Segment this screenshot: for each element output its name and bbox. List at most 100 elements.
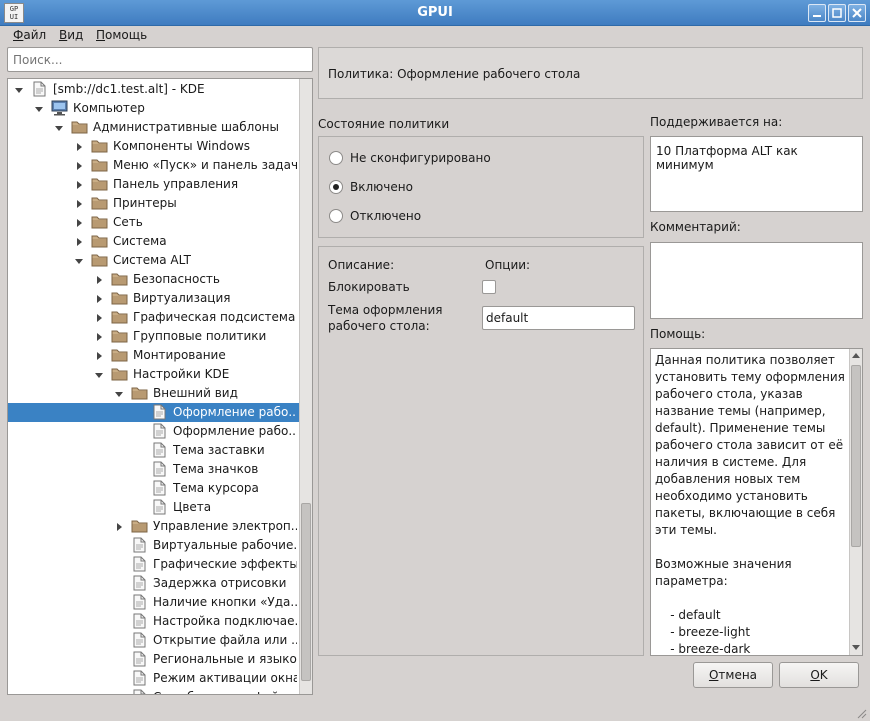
- state-enabled-label: Включено: [350, 180, 413, 194]
- tree-item-label: Административные шаблоны: [93, 120, 280, 134]
- tree-item[interactable]: Оформление рабо...: [8, 422, 299, 441]
- document-icon: [131, 575, 148, 591]
- tree-item[interactable]: Виртуальные рабочие...: [8, 536, 299, 555]
- tree-item[interactable]: Система: [8, 232, 299, 251]
- tree-item[interactable]: Меню «Пуск» и панель задач: [8, 156, 299, 175]
- help-text: Данная политика позволяет установить тем…: [655, 353, 845, 656]
- chevron-down-icon[interactable]: [14, 84, 24, 94]
- tree-item[interactable]: Система ALT: [8, 251, 299, 270]
- tree-item-label: Внешний вид: [153, 386, 238, 400]
- tree-item[interactable]: Панель управления: [8, 175, 299, 194]
- tree-item[interactable]: Настройки KDE: [8, 365, 299, 384]
- chevron-down-icon[interactable]: [114, 388, 124, 398]
- chevron-down-icon[interactable]: [54, 122, 64, 132]
- maximize-icon[interactable]: [828, 4, 846, 22]
- tree-item[interactable]: Режим активации окна: [8, 669, 299, 688]
- tree-item[interactable]: Наличие кнопки «Уда...: [8, 593, 299, 612]
- menu-view[interactable]: Вид: [59, 28, 83, 42]
- tree-item[interactable]: Оформление рабо...: [8, 403, 299, 422]
- chevron-right-icon[interactable]: [94, 312, 104, 322]
- chevron-right-icon[interactable]: [114, 521, 124, 531]
- scroll-up-icon[interactable]: [852, 353, 860, 358]
- tree-item[interactable]: Групповые политики: [8, 327, 299, 346]
- folder-icon: [111, 347, 128, 363]
- close-icon[interactable]: [848, 4, 866, 22]
- tree-item-label: Настройка подключае...: [153, 614, 297, 628]
- comment-field[interactable]: [650, 242, 863, 319]
- tree-item[interactable]: Тема значков: [8, 460, 299, 479]
- chevron-down-icon[interactable]: [74, 255, 84, 265]
- menu-file[interactable]: Файл: [13, 28, 46, 42]
- document-icon: [131, 632, 148, 648]
- help-scrollbar[interactable]: [849, 349, 862, 655]
- folder-icon: [111, 290, 128, 306]
- tree-item-label: Система ALT: [113, 253, 191, 267]
- tree-item[interactable]: Компьютер: [8, 99, 299, 118]
- help-field: Данная политика позволяет установить тем…: [650, 348, 863, 656]
- tree-item[interactable]: Настройка подключае...: [8, 612, 299, 631]
- tree-item[interactable]: Цвета: [8, 498, 299, 517]
- tree-item[interactable]: Сеть: [8, 213, 299, 232]
- chevron-down-icon[interactable]: [34, 103, 44, 113]
- folder-icon: [111, 271, 128, 287]
- tree-item-label: Сеть: [113, 215, 143, 229]
- tree-item-label: Безопасность: [133, 272, 220, 286]
- tree-item[interactable]: Административные шаблоны: [8, 118, 299, 137]
- radio-disabled[interactable]: [329, 209, 343, 223]
- folder-icon: [71, 119, 88, 135]
- policy-tree[interactable]: [smb://dc1.test.alt] - KDE Компьютер Админ…: [7, 78, 313, 695]
- scroll-down-icon[interactable]: [852, 645, 860, 650]
- tree-item[interactable]: Открытие файла или ...: [8, 631, 299, 650]
- document-icon: [151, 423, 168, 439]
- resize-grip-icon[interactable]: [857, 709, 867, 719]
- tree-item[interactable]: Графические эффекты: [8, 555, 299, 574]
- tree-item-label: Панель управления: [113, 177, 239, 191]
- tree-item[interactable]: Тема заставки: [8, 441, 299, 460]
- chevron-right-icon[interactable]: [74, 141, 84, 151]
- radio-enabled[interactable]: [329, 180, 343, 194]
- window-title: GPUI: [417, 5, 453, 20]
- block-checkbox[interactable]: [482, 280, 496, 294]
- chevron-right-icon[interactable]: [74, 236, 84, 246]
- theme-input[interactable]: default: [482, 306, 635, 330]
- chevron-right-icon[interactable]: [94, 274, 104, 284]
- chevron-right-icon[interactable]: [94, 350, 104, 360]
- tree-item[interactable]: Монтирование: [8, 346, 299, 365]
- supported-field: 10 Платформа ALT как минимум: [650, 136, 863, 212]
- tree-item-label: Региональные и языко...: [153, 652, 297, 666]
- tree-item[interactable]: Задержка отрисовки: [8, 574, 299, 593]
- tree-item-label: Графическая подсистема: [133, 310, 296, 324]
- tree-item[interactable]: Региональные и языко...: [8, 650, 299, 669]
- menu-help[interactable]: Помощь: [96, 28, 147, 42]
- tree-item[interactable]: Служба поиска файлов: [8, 688, 299, 694]
- radio-not-configured[interactable]: [329, 151, 343, 165]
- tree-item[interactable]: Внешний вид: [8, 384, 299, 403]
- chevron-right-icon[interactable]: [94, 293, 104, 303]
- tree-item[interactable]: Безопасность: [8, 270, 299, 289]
- tree-scrollbar[interactable]: [299, 79, 312, 694]
- tree-item[interactable]: Виртуализация: [8, 289, 299, 308]
- cancel-button[interactable]: Отмена: [693, 662, 773, 688]
- chevron-right-icon[interactable]: [94, 331, 104, 341]
- search-input[interactable]: [7, 47, 313, 72]
- minimize-icon[interactable]: [808, 4, 826, 22]
- tree-item-label: Цвета: [173, 500, 212, 514]
- tree-scrollbar-thumb[interactable]: [301, 503, 311, 681]
- tree-item-label: Тема курсора: [173, 481, 259, 495]
- chevron-right-icon[interactable]: [74, 217, 84, 227]
- tree-item[interactable]: Графическая подсистема: [8, 308, 299, 327]
- ok-button[interactable]: OK: [779, 662, 859, 688]
- chevron-right-icon[interactable]: [74, 198, 84, 208]
- chevron-down-icon[interactable]: [94, 369, 104, 379]
- tree-item[interactable]: [smb://dc1.test.alt] - KDE: [8, 80, 299, 99]
- help-scrollbar-thumb[interactable]: [851, 365, 861, 547]
- chevron-right-icon[interactable]: [74, 160, 84, 170]
- tree-item[interactable]: Управление электроп...: [8, 517, 299, 536]
- tree-item[interactable]: Компоненты Windows: [8, 137, 299, 156]
- tree-item-label: Графические эффекты: [153, 557, 297, 571]
- tree-item-label: Управление электроп...: [153, 519, 297, 533]
- tree-item[interactable]: Тема курсора: [8, 479, 299, 498]
- chevron-right-icon[interactable]: [74, 179, 84, 189]
- tree-item[interactable]: Принтеры: [8, 194, 299, 213]
- tree-item-label: [smb://dc1.test.alt] - KDE: [53, 82, 205, 96]
